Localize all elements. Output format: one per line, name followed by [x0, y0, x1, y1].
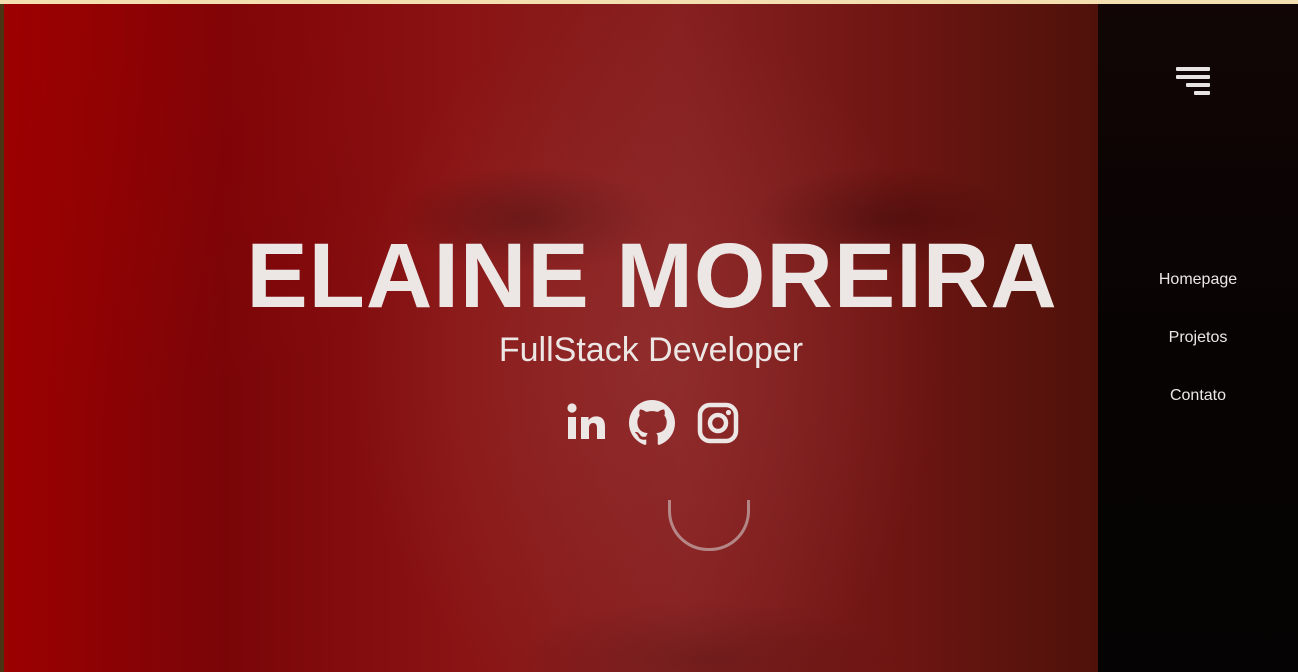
github-icon [629, 400, 675, 445]
social-links [563, 400, 741, 446]
nav-link-contato[interactable]: Contato [1170, 387, 1226, 404]
linkedin-link[interactable] [563, 400, 609, 446]
nav-link-homepage[interactable]: Homepage [1159, 271, 1237, 288]
linkedin-icon [567, 403, 605, 439]
nav-item-projetos: Projetos [1098, 322, 1298, 380]
menu-icon [1174, 64, 1214, 96]
hero-name: ELAINE MOREIRA [246, 225, 1058, 327]
instagram-link[interactable] [695, 400, 741, 446]
hero-role: FullStack Developer [498, 331, 804, 369]
instagram-icon [697, 402, 739, 444]
menu-toggle-button[interactable] [1174, 64, 1214, 96]
github-link[interactable] [629, 400, 675, 446]
nav-item-contato: Contato [1098, 380, 1298, 438]
nav-list: Homepage Projetos Contato [1098, 264, 1298, 438]
nav-item-homepage: Homepage [1098, 264, 1298, 322]
nav-link-projetos[interactable]: Projetos [1169, 329, 1228, 346]
sidebar-nav: Homepage Projetos Contato [1098, 4, 1298, 672]
